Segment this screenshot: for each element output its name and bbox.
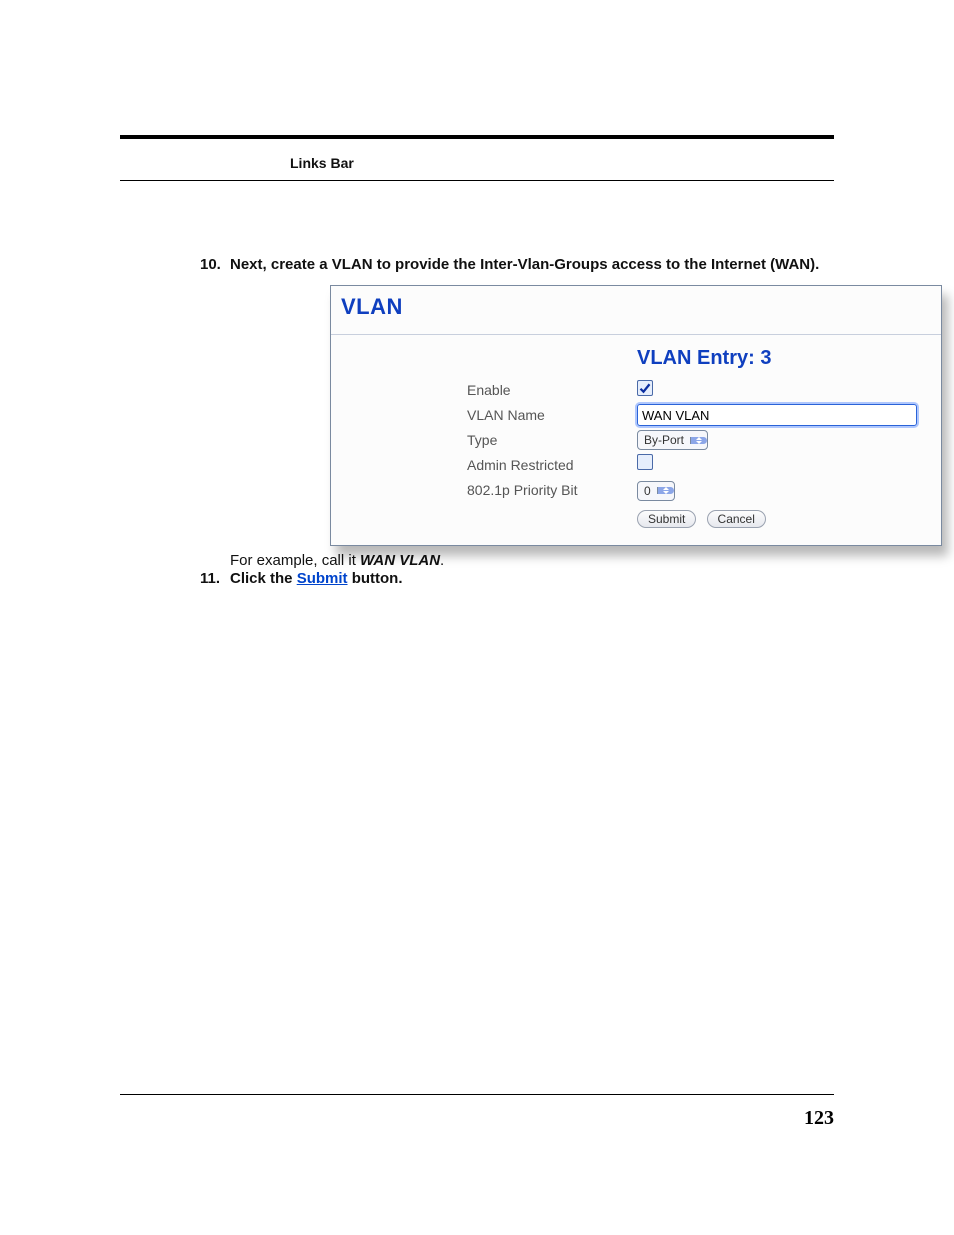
priority-select-value: 0 (638, 483, 657, 499)
vlan-entry-title: VLAN Entry: 3 (637, 345, 925, 372)
step-10-note: For example, call it WAN VLAN. (120, 552, 834, 569)
header-links-bar: Links Bar (290, 155, 354, 171)
stepper-icon (690, 437, 707, 444)
step-11-number: 11. (200, 569, 220, 589)
label-admin-restricted: Admin Restricted (347, 456, 637, 475)
vlan-name-input[interactable] (637, 404, 917, 426)
submit-link[interactable]: Submit (297, 570, 348, 587)
note-em: WAN VLAN (360, 552, 440, 569)
page-number: 123 (804, 1107, 834, 1130)
cancel-button[interactable]: Cancel (707, 510, 766, 528)
enable-checkbox[interactable] (637, 380, 653, 396)
vlan-panel: VLAN VLAN Entry: 3 Enable (330, 285, 942, 546)
note-prefix: For example, call it (230, 552, 360, 569)
stepper-icon (657, 487, 674, 494)
step-11-suffix: button. (348, 570, 403, 587)
type-select-value: By-Port (638, 432, 690, 448)
step-11-prefix: Click the (230, 570, 297, 587)
step-10-text: Next, create a VLAN to provide the Inter… (230, 256, 819, 273)
type-select[interactable]: By-Port (637, 430, 708, 450)
priority-select[interactable]: 0 (637, 481, 675, 501)
note-suffix: . (440, 552, 444, 569)
vlan-form: VLAN Entry: 3 Enable VLAN Name (331, 339, 941, 545)
admin-restricted-checkbox[interactable] (637, 454, 653, 470)
header-thin-rule (120, 180, 834, 181)
step-11: 11. Click the Submit button. (120, 569, 834, 589)
label-enable: Enable (347, 381, 637, 400)
vlan-panel-title: VLAN (331, 286, 941, 335)
step-10-number: 10. (200, 255, 221, 275)
step-10: 10. Next, create a VLAN to provide the I… (120, 255, 834, 546)
submit-button[interactable]: Submit (637, 510, 696, 528)
header-thick-rule (120, 135, 834, 139)
label-type: Type (347, 431, 637, 450)
label-vlan-name: VLAN Name (347, 406, 637, 425)
footer-rule (120, 1094, 834, 1095)
label-priority: 802.1p Priority Bit (347, 481, 637, 500)
